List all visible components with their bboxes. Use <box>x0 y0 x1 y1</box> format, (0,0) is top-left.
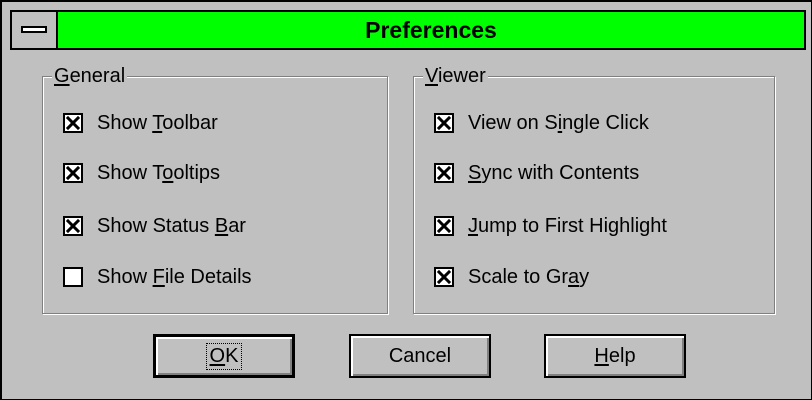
sync-with-contents-checkbox[interactable]: Sync with Contents <box>434 161 639 185</box>
help-button-label: Help <box>594 344 636 367</box>
system-menu-icon <box>21 26 47 33</box>
check-x-icon <box>66 116 80 130</box>
window-title: Preferences <box>365 17 497 43</box>
show-status-bar-label: Show Status Bar <box>97 214 246 237</box>
scale-to-gray-checkbox[interactable]: Scale to Gray <box>434 265 589 289</box>
show-tooltips-checkbox[interactable]: Show Tooltips <box>63 161 220 185</box>
general-group-label: General <box>52 64 128 88</box>
checkbox-box[interactable] <box>434 267 454 287</box>
cancel-button-label: Cancel <box>388 344 452 367</box>
check-x-icon <box>66 219 80 233</box>
show-tooltips-label: Show Tooltips <box>97 161 221 184</box>
checkbox-box[interactable] <box>63 216 83 236</box>
sync-with-contents-label: Sync with Contents <box>468 161 640 184</box>
checkbox-box[interactable] <box>63 163 83 183</box>
preferences-dialog: Preferences General Show Toolbar Show To… <box>0 0 812 400</box>
checkbox-box[interactable] <box>63 267 83 287</box>
viewer-group-label: Viewer <box>423 64 488 88</box>
check-x-icon <box>66 166 80 180</box>
show-toolbar-label: Show Toolbar <box>97 111 218 134</box>
jump-to-first-highlight-checkbox[interactable]: Jump to First Highlight <box>434 214 667 238</box>
checkbox-box[interactable] <box>434 163 454 183</box>
checkbox-box[interactable] <box>434 216 454 236</box>
check-x-icon <box>437 116 451 130</box>
view-on-single-click-checkbox[interactable]: View on Single Click <box>434 111 649 135</box>
view-on-single-click-label: View on Single Click <box>468 111 649 134</box>
show-toolbar-checkbox[interactable]: Show Toolbar <box>63 111 218 135</box>
jump-to-first-highlight-label: Jump to First Highlight <box>468 214 667 237</box>
check-x-icon <box>437 166 451 180</box>
help-button[interactable]: Help <box>544 334 686 378</box>
show-status-bar-checkbox[interactable]: Show Status Bar <box>63 214 246 238</box>
system-menu-button[interactable] <box>12 12 58 48</box>
ok-button[interactable]: OK <box>153 334 295 378</box>
ok-button-label: OK <box>205 342 243 370</box>
checkbox-box[interactable] <box>63 113 83 133</box>
title-bar[interactable]: Preferences <box>10 10 806 50</box>
check-x-icon <box>437 270 451 284</box>
check-x-icon <box>437 219 451 233</box>
show-file-details-label: Show File Details <box>97 265 252 288</box>
checkbox-box[interactable] <box>434 113 454 133</box>
viewer-group: Viewer View on Single Click Sync with Co… <box>413 64 775 314</box>
general-group: General Show Toolbar Show Tooltips Show … <box>42 64 388 314</box>
show-file-details-checkbox[interactable]: Show File Details <box>63 265 252 289</box>
scale-to-gray-label: Scale to Gray <box>468 265 590 288</box>
cancel-button[interactable]: Cancel <box>349 334 491 378</box>
